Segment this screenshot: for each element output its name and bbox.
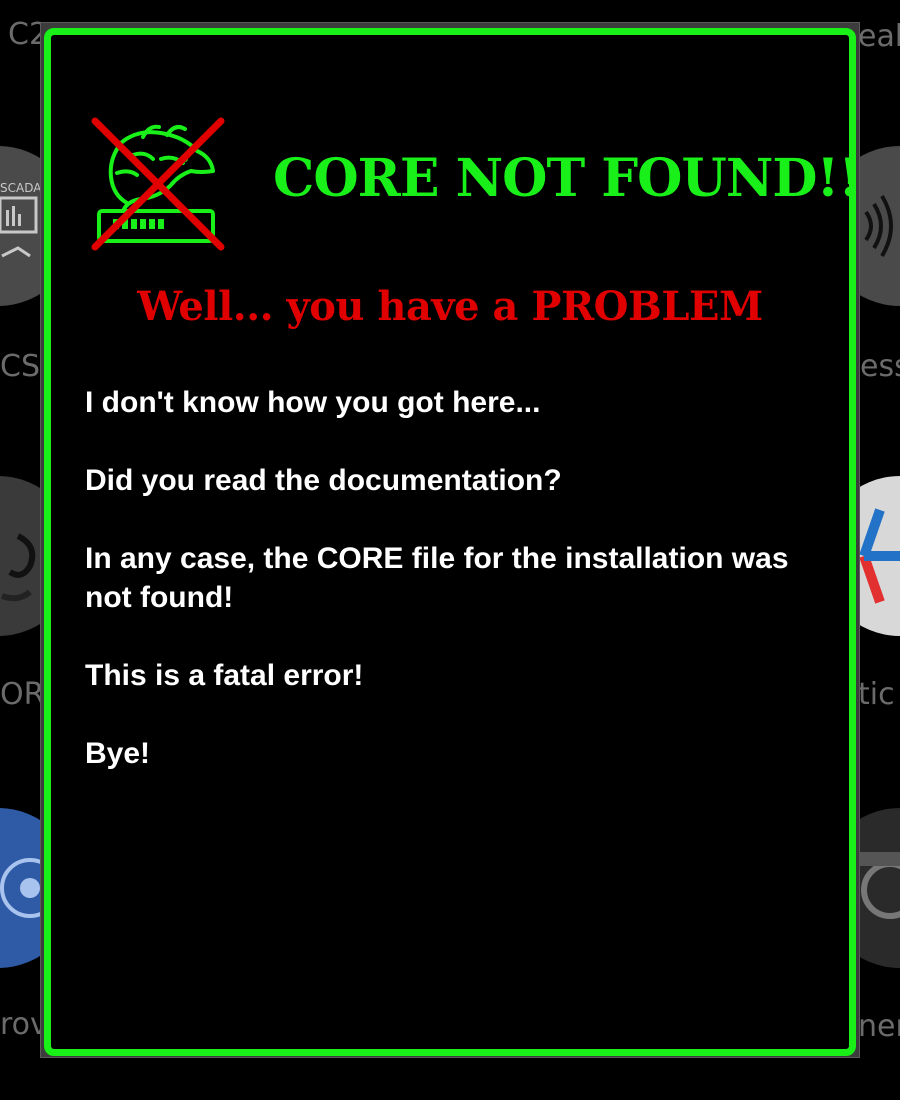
message-paragraph: Did you read the documentation? [85, 464, 562, 497]
message-paragraph: In any case, the CORE file for the insta… [85, 542, 789, 614]
error-dialog: CORE NOT FOUND!!! Well... you have a PRO… [44, 28, 856, 1056]
bg-app-label: nera [858, 1009, 900, 1044]
dialog-header: CORE NOT FOUND!!! [87, 115, 849, 255]
message-paragraph: This is a fatal error! [85, 659, 364, 692]
dialog-title: CORE NOT FOUND!!! [273, 148, 856, 209]
dialog-subtitle: Well... you have a PROBLEM [137, 283, 763, 330]
message-paragraph: Bye! [85, 737, 151, 770]
crossed-out-dragon-icon [91, 117, 225, 251]
bg-app-label: ess [860, 349, 900, 384]
dialog-message: I don't know how you got here... Did you… [85, 383, 825, 812]
bg-app-label: tic [858, 677, 895, 712]
scada-icon-label: SCADA [0, 181, 42, 195]
message-paragraph: I don't know how you got here... [85, 386, 541, 419]
bg-app-label: OR [0, 677, 45, 712]
screen: C2 eak SCADA CS/ ess [0, 0, 900, 1100]
bg-app-label: eak [858, 19, 900, 54]
